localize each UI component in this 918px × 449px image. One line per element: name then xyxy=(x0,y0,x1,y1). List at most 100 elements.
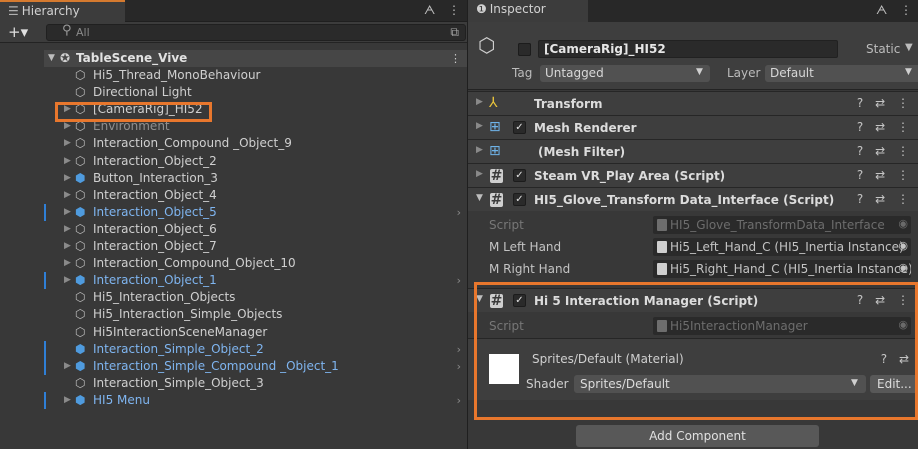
component-enabled-checkbox[interactable]: ✓ xyxy=(513,169,526,182)
gameobject-cube-icon: ⬡ xyxy=(75,290,86,305)
hierarchy-row[interactable]: ⬡ Hi5_Interaction_Simple_Objects xyxy=(44,306,467,323)
preset-icon[interactable]: ⇄ xyxy=(875,144,889,158)
hierarchy-row[interactable]: ▶ ⬢ HI5 Menu › xyxy=(44,392,467,409)
open-prefab-icon[interactable]: › xyxy=(457,204,461,221)
expand-arrow-icon[interactable]: ▶ xyxy=(64,204,71,221)
expand-arrow-icon[interactable]: ▶ xyxy=(64,221,71,238)
expand-arrow-icon[interactable]: ▶ xyxy=(64,255,71,272)
list-icon: ☰ xyxy=(8,4,19,18)
hierarchy-row[interactable]: ▶ ⬡ Interaction_Object_7 xyxy=(44,238,467,255)
expand-arrow-icon[interactable]: ▶ xyxy=(64,170,71,187)
hierarchy-row[interactable]: ▶ ⬢ Button_Interaction_3 xyxy=(44,170,467,187)
hierarchy-row[interactable]: ⬡ Hi5_Thread_MonoBehaviour xyxy=(44,67,467,84)
more-icon[interactable]: ⋮ xyxy=(897,192,913,206)
hierarchy-row[interactable]: ▶ ⬢ Interaction_Simple_Compound _Object_1 › xyxy=(44,358,467,375)
static-checkbox[interactable] xyxy=(518,43,531,56)
hierarchy-row[interactable]: ▶ ⬡ Interaction_Compound _Object_9 xyxy=(44,135,467,152)
component-enabled-checkbox[interactable]: ✓ xyxy=(513,193,526,206)
object-picker-icon[interactable]: ◉ xyxy=(898,239,908,252)
open-prefab-icon[interactable]: › xyxy=(457,272,461,289)
hierarchy-row[interactable]: ▶ ⬡ Interaction_Object_6 xyxy=(44,221,467,238)
hierarchy-row[interactable]: ▶ ⬡ Interaction_Object_2 xyxy=(44,153,467,170)
expand-arrow-icon[interactable]: ▶ xyxy=(64,392,71,409)
expand-arrow-icon[interactable]: ▶ xyxy=(476,97,483,107)
scene-filter-icon[interactable]: ⧉ xyxy=(450,25,459,40)
component-transform[interactable]: ▶ ⅄ Transform ? ⇄ ⋮ xyxy=(468,91,918,115)
component-controls[interactable]: ? ⇄ ⋮ xyxy=(857,168,913,182)
static-dropdown-icon[interactable]: ▼ xyxy=(905,42,913,53)
more-icon[interactable]: ⋮ xyxy=(897,96,913,110)
expand-arrow-icon[interactable]: ▼ xyxy=(48,50,55,67)
layer-dropdown[interactable]: Default ▼ xyxy=(765,65,918,82)
component-mesh-renderer[interactable]: ▶ ⊞ ✓ Mesh Renderer ? ⇄ ⋮ xyxy=(468,115,918,139)
component-controls[interactable]: ? ⇄ ⋮ xyxy=(857,120,913,134)
hierarchy-row[interactable]: ▶ ⬢ Interaction_Object_5 › xyxy=(44,204,467,221)
mesh-filter-icon: ⊞ xyxy=(489,143,501,159)
add-component-button[interactable]: Add Component xyxy=(576,425,819,447)
hierarchy-row[interactable]: ⬡ Directional Light xyxy=(44,84,467,101)
tag-dropdown[interactable]: Untagged ▼ xyxy=(540,65,710,82)
hierarchy-row-label: Hi5_Thread_MonoBehaviour xyxy=(93,68,261,82)
expand-arrow-icon[interactable]: ▶ xyxy=(64,272,71,289)
component-controls[interactable]: ? ⇄ ⋮ xyxy=(857,144,913,158)
hierarchy-search-input[interactable]: ⚲ All ⧉ xyxy=(46,23,466,41)
gameobject-cube-icon: ⬡ xyxy=(75,85,86,100)
component-controls[interactable]: ? ⇄ ⋮ xyxy=(857,192,913,206)
hierarchy-tab-label: Hierarchy xyxy=(21,4,80,18)
component-title: (Mesh Filter) xyxy=(538,145,626,159)
more-menu-icon[interactable]: ⋮ xyxy=(448,3,464,17)
component-controls[interactable]: ? ⇄ ⋮ xyxy=(857,96,913,110)
expand-arrow-icon[interactable]: ▶ xyxy=(476,145,483,155)
hierarchy-row[interactable]: ▶ ⬡ Interaction_Object_4 xyxy=(44,187,467,204)
inspector-more-icon[interactable]: ⋮ xyxy=(900,3,916,17)
expand-arrow-icon[interactable]: ▶ xyxy=(64,187,71,204)
open-prefab-icon[interactable]: › xyxy=(457,341,461,358)
scene-menu-icon[interactable]: ⋮ xyxy=(450,50,461,67)
open-prefab-icon[interactable]: › xyxy=(457,358,461,375)
scene-row[interactable]: ▼ ✪ TableScene_Vive ⋮ xyxy=(44,50,467,67)
expand-arrow-icon[interactable]: ▶ xyxy=(64,153,71,170)
hierarchy-row[interactable]: ▶ ⬡ Interaction_Compound_Object_10 xyxy=(44,255,467,272)
inspector-tab[interactable]: ❶ Inspector xyxy=(468,0,588,22)
object-name-field[interactable]: [CameraRig]_HI52 xyxy=(538,40,838,58)
gameobject-cube-icon: ⬡ xyxy=(75,375,86,390)
hierarchy-row[interactable]: ⬡ Hi5InteractionSceneManager xyxy=(44,324,467,341)
more-icon[interactable]: ⋮ xyxy=(897,168,913,182)
expand-arrow-icon[interactable]: ▶ xyxy=(476,121,483,131)
selection-highlight xyxy=(55,102,212,122)
help-icon[interactable]: ? xyxy=(857,168,867,182)
lock-icon[interactable]: ᗅ xyxy=(424,3,439,18)
preset-icon[interactable]: ⇄ xyxy=(875,192,889,206)
right-hand-field[interactable]: Hi5_Right_Hand_C (HI5_Inertia Instance) … xyxy=(653,260,911,278)
property-value: Hi5_Left_Hand_C (HI5_Inertia Instance) xyxy=(670,240,904,254)
preset-icon[interactable]: ⇄ xyxy=(875,168,889,182)
more-icon[interactable]: ⋮ xyxy=(897,144,913,158)
inspector-lock-icon[interactable]: ᗅ xyxy=(876,3,891,18)
component-glove-transform-interface[interactable]: ▼ # ✓ HI5_Glove_Transform Data_Interface… xyxy=(468,187,918,211)
preset-icon[interactable]: ⇄ xyxy=(875,96,889,110)
create-button[interactable]: +▾ xyxy=(8,23,28,41)
help-icon[interactable]: ? xyxy=(857,192,867,206)
preset-icon[interactable]: ⇄ xyxy=(875,120,889,134)
help-icon[interactable]: ? xyxy=(857,96,867,110)
left-hand-field[interactable]: Hi5_Left_Hand_C (HI5_Inertia Instance) ◉ xyxy=(653,238,911,256)
object-picker-icon[interactable]: ◉ xyxy=(898,261,908,274)
hierarchy-row[interactable]: ⬡ Interaction_Simple_Object_3 xyxy=(44,375,467,392)
expand-arrow-icon[interactable]: ▶ xyxy=(476,169,483,179)
component-steamvr-play-area[interactable]: ▶ # ✓ Steam VR_Play Area (Script) ? ⇄ ⋮ xyxy=(468,163,918,187)
help-icon[interactable]: ? xyxy=(857,144,867,158)
component-mesh-filter[interactable]: ▶ ⊞ (Mesh Filter) ? ⇄ ⋮ xyxy=(468,139,918,163)
expand-arrow-icon[interactable]: ▶ xyxy=(64,358,71,375)
more-icon[interactable]: ⋮ xyxy=(897,120,913,134)
component-enabled-checkbox[interactable]: ✓ xyxy=(513,121,526,134)
help-icon[interactable]: ? xyxy=(857,120,867,134)
prefab-override-bar xyxy=(44,357,46,375)
expand-arrow-icon[interactable]: ▶ xyxy=(64,135,71,152)
hierarchy-tab[interactable]: ☰ Hierarchy xyxy=(0,0,125,22)
collapse-arrow-icon[interactable]: ▼ xyxy=(476,193,483,203)
hierarchy-row[interactable]: ▶ ⬢ Interaction_Object_1 › xyxy=(44,272,467,289)
hierarchy-row[interactable]: ⬢ Interaction_Simple_Object_2 › xyxy=(44,341,467,358)
expand-arrow-icon[interactable]: ▶ xyxy=(64,238,71,255)
open-prefab-icon[interactable]: › xyxy=(457,392,461,409)
hierarchy-row[interactable]: ⬡ Hi5_Interaction_Objects xyxy=(44,289,467,306)
